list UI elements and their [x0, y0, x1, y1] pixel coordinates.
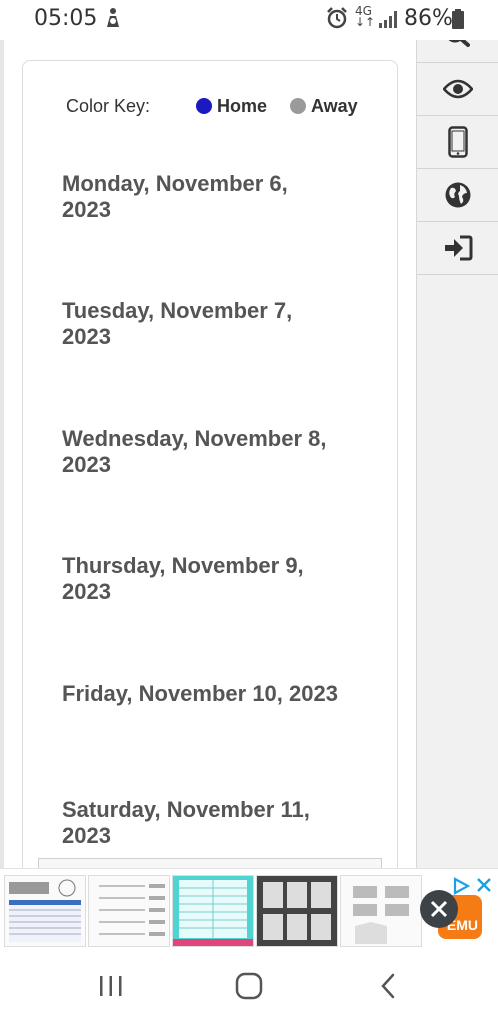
ad-product-thumbnail[interactable] [88, 875, 170, 947]
data-arrows-icon: 4G ↓↑ [355, 4, 376, 29]
search-icon [448, 40, 470, 47]
day-heading: Thursday, November 9, 2023 [62, 553, 304, 604]
color-key-home: Home [217, 96, 268, 116]
ad-choices-icon[interactable] [452, 877, 470, 895]
color-key-label: Color Key: [66, 96, 151, 116]
status-time: 05:05 [34, 6, 98, 31]
ad-close-button[interactable] [420, 890, 458, 928]
battery-icon [452, 9, 464, 29]
day-heading: Wednesday, November 8, 2023 [62, 426, 327, 477]
day-heading: Monday, November 6, 2023 [62, 171, 288, 222]
side-toolbar [416, 40, 498, 868]
color-key-away: Away [311, 96, 358, 116]
mobile-phone-icon [448, 126, 468, 158]
signal-icon [379, 11, 397, 28]
search-button[interactable] [417, 40, 498, 63]
ad-product-thumbnail[interactable] [172, 875, 254, 947]
status-bar: 05:05 4G ↓↑ 86% [0, 0, 498, 40]
sign-in-icon [445, 235, 473, 261]
ad-product-thumbnail[interactable] [256, 875, 338, 947]
alarm-icon [327, 7, 347, 29]
close-icon [430, 900, 448, 918]
day-heading: Tuesday, November 7, 2023 [62, 298, 293, 349]
day-heading: Saturday, November 11, 2023 [62, 797, 310, 848]
person-notification-icon [107, 8, 119, 27]
globe-icon [445, 182, 471, 208]
recent-apps-icon[interactable] [96, 972, 126, 1000]
eye-icon [443, 79, 473, 99]
day-heading: Friday, November 10, 2023 [62, 681, 338, 706]
ad-product-thumbnail[interactable] [4, 875, 86, 947]
back-icon[interactable] [374, 972, 404, 1000]
home-icon[interactable] [234, 972, 264, 1000]
sign-in-button[interactable] [417, 222, 498, 275]
ad-close-x-icon[interactable] [474, 875, 494, 895]
system-nav-bar [0, 948, 498, 1023]
battery-percent: 86% [404, 6, 453, 31]
schedule-table-top [38, 858, 382, 868]
view-button[interactable] [417, 63, 498, 116]
left-edge-strip [0, 40, 4, 868]
away-color-dot [290, 98, 306, 114]
ad-product-thumbnail[interactable] [340, 875, 422, 947]
mobile-button[interactable] [417, 116, 498, 169]
globe-button[interactable] [417, 169, 498, 222]
home-color-dot [196, 98, 212, 114]
schedule-page: Color Key: Home Away Monday, November 6,… [0, 40, 498, 868]
